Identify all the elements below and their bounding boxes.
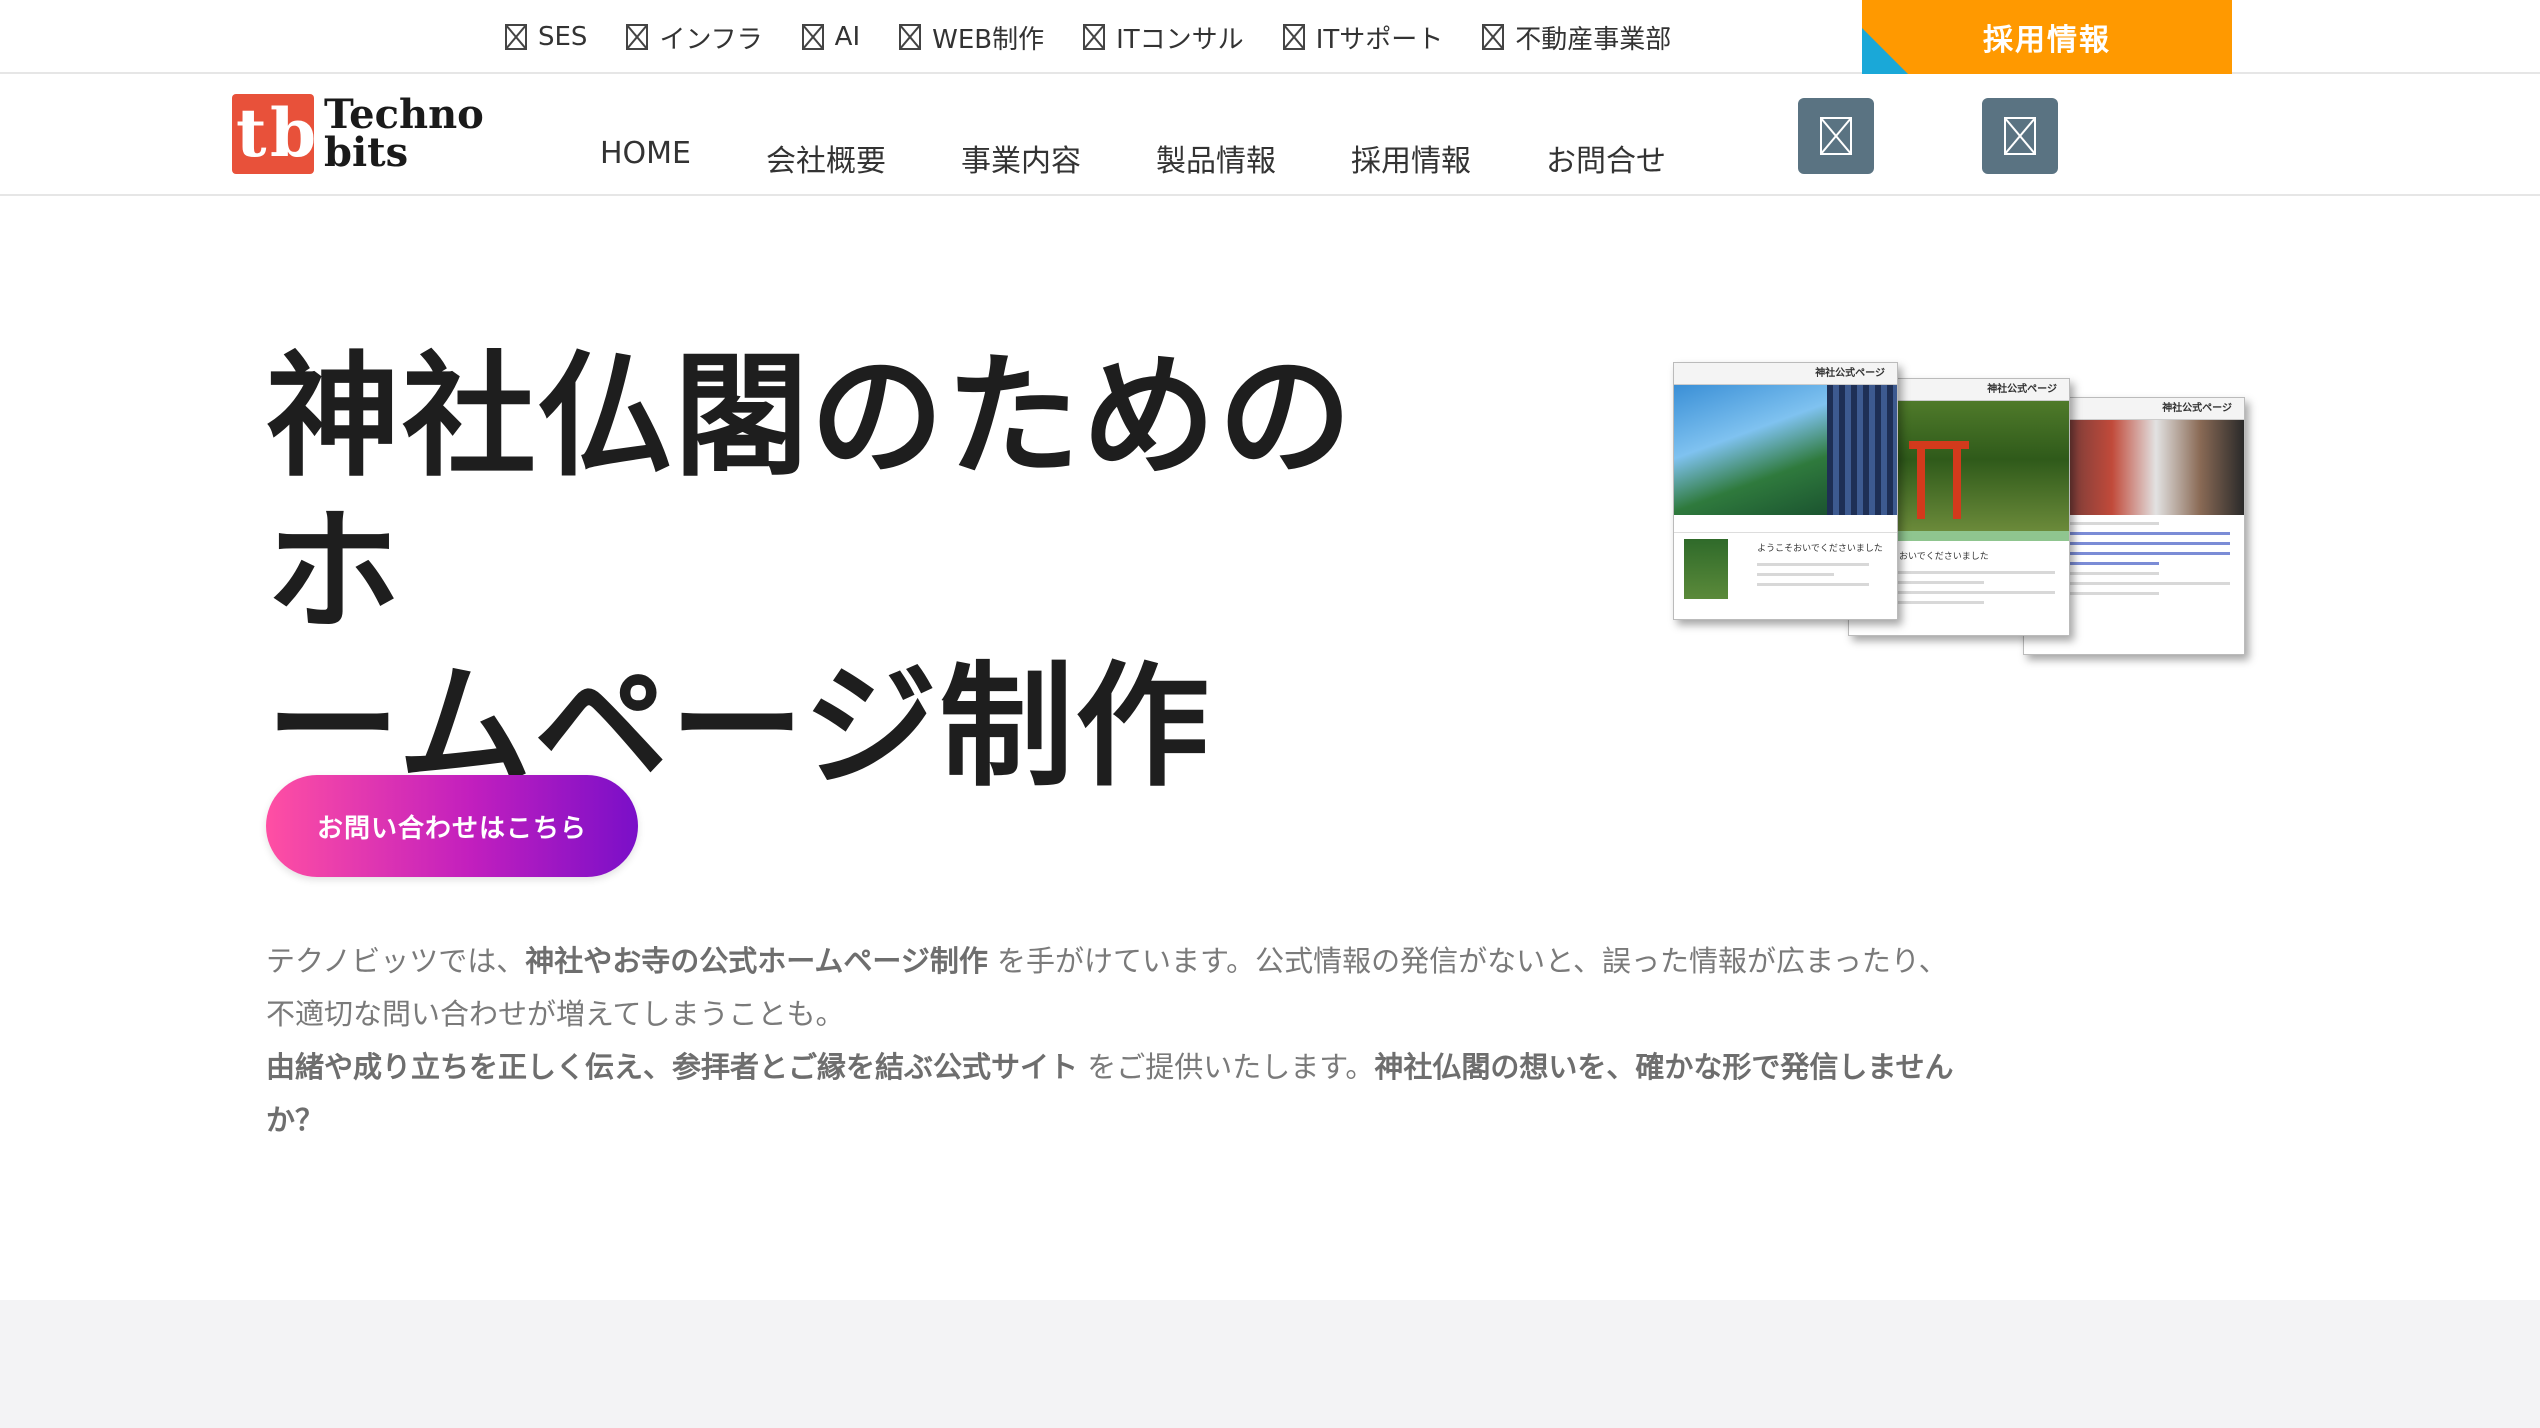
- header-icon-button-1[interactable]: [1798, 98, 1874, 174]
- hero-title-line1: 神社仏閣のためのホ: [266, 339, 1355, 650]
- broken-image-icon: [2004, 117, 2036, 155]
- logo-mark-t: t: [236, 94, 267, 172]
- intro-emphasis: 神社やお寺の公式ホームページ制作: [525, 944, 988, 978]
- nav-recruit[interactable]: 採用情報: [1351, 136, 1471, 180]
- service-link-label: AI: [834, 22, 861, 52]
- service-link-it-consulting[interactable]: ITコンサル: [1083, 19, 1244, 56]
- nav-home[interactable]: HOME: [600, 136, 691, 180]
- service-link-real-estate[interactable]: 不動産事業部: [1482, 19, 1671, 56]
- mockup-text-line: [1757, 563, 1870, 566]
- logo-text: Techno bits: [324, 95, 484, 176]
- broken-image-icon: [1482, 24, 1505, 50]
- intro-text: テクノビッツでは、: [266, 944, 526, 978]
- logo-mark-b: b: [270, 94, 314, 172]
- site-logo[interactable]: t b Techno bits: [232, 94, 484, 174]
- nav-company[interactable]: 会社概要: [766, 136, 886, 180]
- broken-image-icon: [505, 24, 527, 50]
- torii-gate-illustration: [1909, 441, 1969, 519]
- mockup-welcome-text: ようこそおいでくださいました: [1757, 544, 1883, 554]
- intro-emphasis: 由緒や成り立ちを正しく伝え、参拝者とご縁を結ぶ公式サイト: [266, 1050, 1079, 1084]
- logo-mark: t b: [232, 94, 314, 174]
- intro-paragraph-1: テクノビッツでは、神社やお寺の公式ホームページ制作 を手がけています。公式情報の…: [266, 935, 1966, 1041]
- recruit-corner-accent: [1862, 28, 1908, 74]
- service-link-label: 不動産事業部: [1515, 24, 1672, 55]
- mockup-nav-strip: [1674, 515, 1897, 533]
- top-bar: SES インフラ AI WEB制作 ITコンサル ITサポート 不動産事業部 採…: [0, 0, 2540, 74]
- broken-image-icon: [899, 24, 922, 50]
- service-link-label: インフラ: [659, 24, 763, 55]
- mockup-page-1: 神社公式ページ ようこそおいでくださいました: [1673, 362, 1898, 620]
- mockup-text-block: ようこそおいでくださいました: [1743, 533, 1883, 593]
- main-nav: HOME 会社概要 事業内容 製品情報 採用情報 お問合せ: [600, 136, 1741, 180]
- service-link-ai[interactable]: AI: [801, 22, 861, 52]
- broken-image-icon: [801, 24, 824, 50]
- broken-image-icon: [1820, 117, 1852, 155]
- recruit-button[interactable]: 採用情報: [1862, 0, 2232, 74]
- service-link-label: ITサポート: [1315, 24, 1444, 55]
- broken-image-icon: [1083, 24, 1106, 50]
- nav-business[interactable]: 事業内容: [961, 136, 1081, 180]
- site-header: t b Techno bits HOME 会社概要 事業内容 製品情報 採用情報…: [0, 74, 2540, 196]
- mockup-header-label: 神社公式ページ: [1674, 363, 1897, 385]
- service-link-infra[interactable]: インフラ: [626, 19, 763, 56]
- service-link-web[interactable]: WEB制作: [899, 19, 1044, 56]
- nav-products[interactable]: 製品情報: [1156, 136, 1276, 180]
- hero-title: 神社仏閣のためのホ ームページ制作: [266, 340, 1486, 805]
- logo-text-line2: bits: [324, 129, 409, 176]
- next-section-band: [0, 1300, 2540, 1428]
- service-link-label: SES: [538, 22, 588, 52]
- intro-text: をご提供いたします。: [1078, 1050, 1375, 1084]
- mockup-thumbnail: [1684, 539, 1728, 599]
- service-link-label: WEB制作: [932, 24, 1045, 55]
- intro-description: テクノビッツでは、神社やお寺の公式ホームページ制作 を手がけています。公式情報の…: [266, 935, 1966, 1147]
- broken-image-icon: [626, 24, 649, 50]
- broken-image-icon: [1282, 24, 1305, 50]
- recruit-button-label: 採用情報: [1983, 23, 2111, 58]
- mockup-text-line: [1757, 583, 1870, 586]
- nav-contact[interactable]: お問合せ: [1546, 136, 1666, 180]
- service-link-label: ITコンサル: [1116, 24, 1244, 55]
- service-link-ses[interactable]: SES: [505, 22, 587, 52]
- header-icon-button-2[interactable]: [1982, 98, 2058, 174]
- mockup-photo: [1674, 385, 1897, 515]
- service-nav: SES インフラ AI WEB制作 ITコンサル ITサポート 不動産事業部: [505, 0, 1710, 74]
- mockup-text-line: [1757, 573, 1835, 576]
- contact-cta-button[interactable]: お問い合わせはこちら: [266, 775, 638, 877]
- service-link-it-support[interactable]: ITサポート: [1282, 19, 1444, 56]
- intro-paragraph-2: 由緒や成り立ちを正しく伝え、参拝者とご縁を結ぶ公式サイト をご提供いたします。神…: [266, 1041, 1966, 1147]
